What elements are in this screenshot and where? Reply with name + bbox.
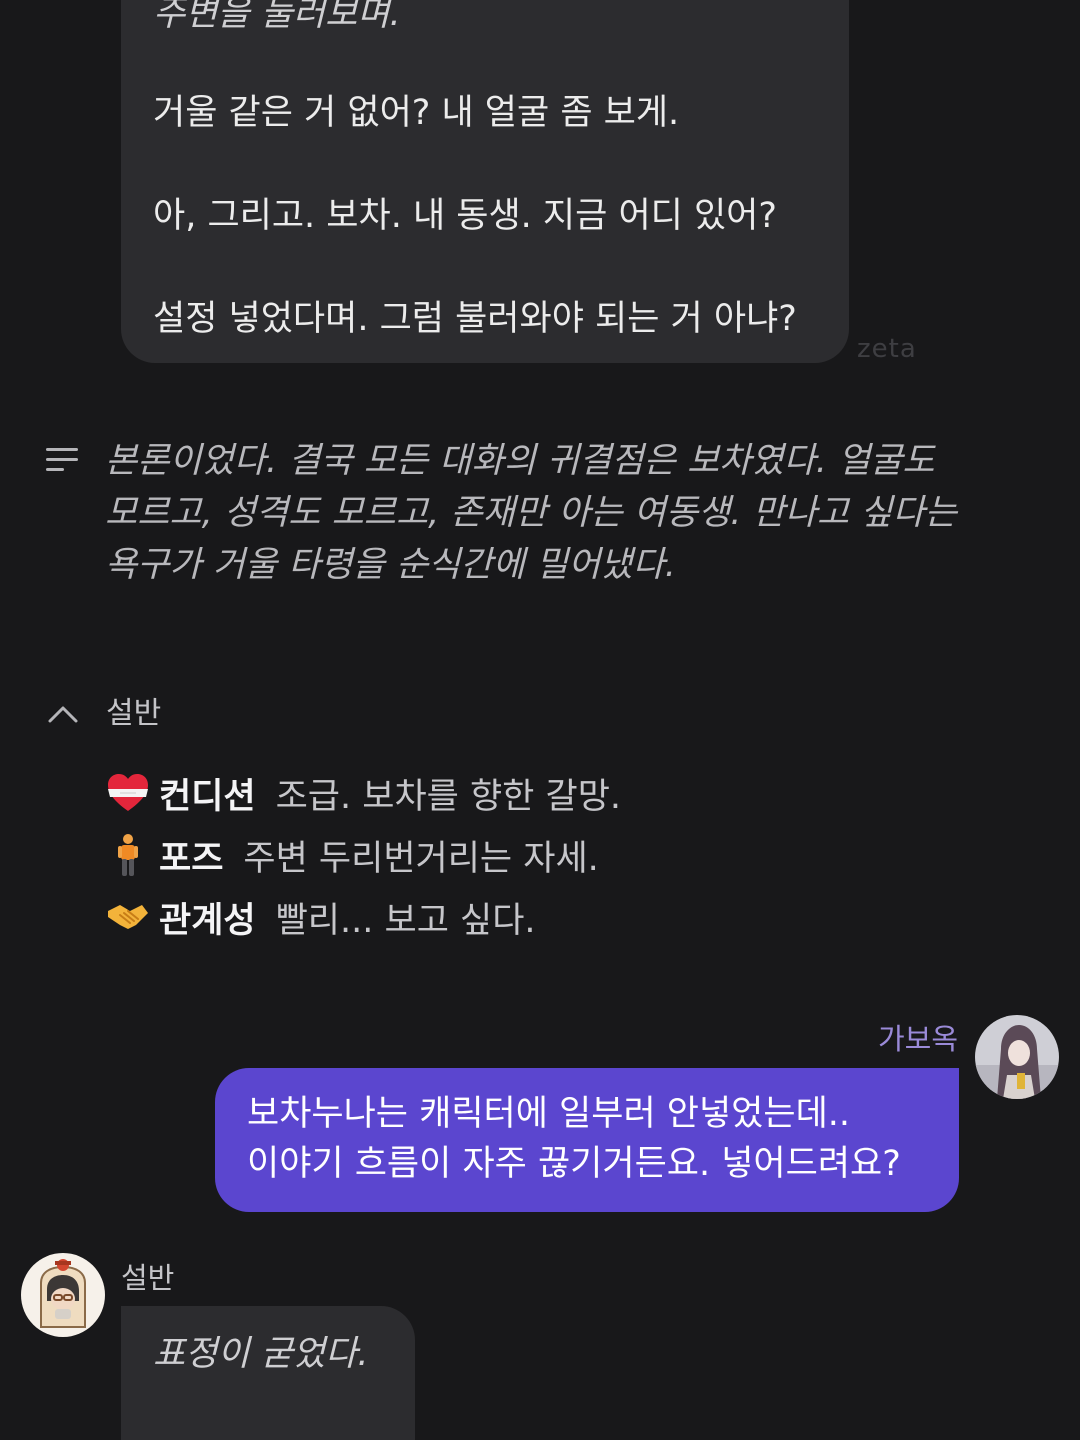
text-lines-icon [46, 446, 78, 474]
status-value: 조급. 보차를 향한 갈망. [275, 776, 622, 817]
bandaged-heart-icon [105, 770, 151, 816]
user-message-bubble[interactable]: 보차누나는 캐릭터에 일부러 안넣었는데.. 이야기 흐름이 자주 끊기거든요.… [215, 1068, 959, 1212]
ai-message-line: 설정 넣었다며. 그럼 불러와야 되는 거 아냐? [153, 299, 797, 339]
standing-person-icon [105, 832, 151, 878]
status-row-pose: 포즈 주변 두리번거리는 자세. [105, 830, 599, 880]
user-message-line: 이야기 흐름이 자주 끊기거든요. 넣어드려요? [247, 1144, 901, 1184]
ai-message-line: 주변을 둘러보며. [153, 0, 401, 34]
summary-line: 욕구가 거울 타령을 순식간에 밀어냈다. [105, 545, 676, 585]
status-value: 빨리... 보고 싶다. [275, 900, 536, 941]
status-panel-title[interactable]: 설반 [106, 694, 161, 734]
ai-message-line: 거울 같은 거 없어? 내 얼굴 좀 보게. [153, 93, 680, 133]
user-name: 가보옥 [877, 1022, 958, 1056]
status-key: 컨디션 [159, 776, 256, 817]
summary-line: 본론이었다. 결국 모든 대화의 귀결점은 보차였다. 얼굴도 [105, 441, 935, 481]
status-key: 관계성 [159, 900, 256, 941]
user-message-line: 보차누나는 캐릭터에 일부러 안넣었는데.. [247, 1094, 851, 1134]
ai-message-bubble[interactable]: 표정이 굳었다. [121, 1306, 415, 1440]
summary-line: 모르고, 성격도 모르고, 존재만 아는 여동생. 만나고 싶다는 [105, 493, 957, 533]
chevron-up-icon[interactable] [46, 703, 80, 725]
ai-message-line: 아, 그리고. 보차. 내 동생. 지금 어디 있어? [153, 196, 777, 236]
status-row-relationship: 관계성 빨리... 보고 싶다. [105, 892, 536, 942]
status-row-condition: 컨디션 조급. 보차를 향한 갈망. [105, 768, 621, 818]
character-avatar[interactable] [21, 1253, 105, 1337]
zeta-watermark: zeta [857, 334, 917, 364]
handshake-icon [105, 894, 151, 940]
status-value: 주변 두리번거리는 자세. [243, 838, 599, 879]
ai-message-line: 표정이 굳었다. [153, 1334, 369, 1374]
user-avatar[interactable] [975, 1015, 1059, 1099]
ai-message-bubble[interactable]: 주변을 둘러보며. 거울 같은 거 없어? 내 얼굴 좀 보게. 아, 그리고.… [121, 0, 849, 363]
ai-name: 설반 [121, 1261, 175, 1295]
status-key: 포즈 [159, 838, 224, 879]
